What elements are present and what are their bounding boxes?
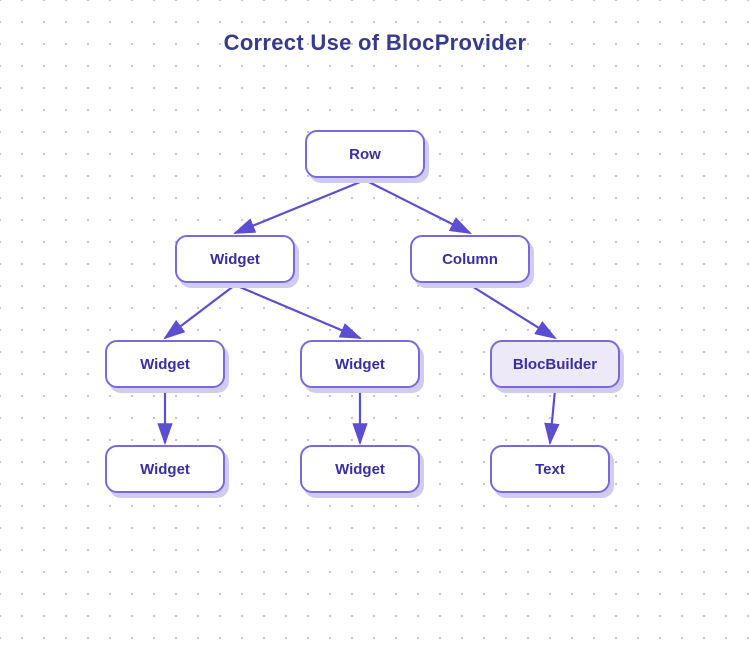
- node-widget4: Widget: [105, 445, 225, 493]
- node-label-blocbuilder: BlocBuilder: [513, 356, 597, 373]
- arrow-line: [470, 285, 555, 338]
- page-title: Correct Use of BlocProvider: [0, 0, 750, 56]
- arrow-line: [365, 180, 470, 233]
- diagram: Row Widget Column Widget Widget BlocBuilder Wi…: [0, 70, 750, 648]
- node-label-widget3: Widget: [335, 356, 385, 373]
- node-label-row: Row: [349, 146, 381, 163]
- node-label-column: Column: [442, 251, 498, 268]
- node-text: Text: [490, 445, 610, 493]
- node-column: Column: [410, 235, 530, 283]
- node-label-text: Text: [535, 461, 565, 478]
- node-row: Row: [305, 130, 425, 178]
- node-label-widget5: Widget: [335, 461, 385, 478]
- arrow-line: [550, 390, 555, 443]
- node-label-widget4: Widget: [140, 461, 190, 478]
- arrow-line: [165, 285, 235, 338]
- node-widget1: Widget: [175, 235, 295, 283]
- node-widget2: Widget: [105, 340, 225, 388]
- node-blocbuilder: BlocBuilder: [490, 340, 620, 388]
- page-content: Correct Use of BlocProvider Row Widget Col…: [0, 0, 750, 648]
- arrow-line: [235, 180, 365, 233]
- node-label-widget2: Widget: [140, 356, 190, 373]
- node-widget5: Widget: [300, 445, 420, 493]
- node-widget3: Widget: [300, 340, 420, 388]
- arrow-line: [235, 285, 360, 338]
- node-label-widget1: Widget: [210, 251, 260, 268]
